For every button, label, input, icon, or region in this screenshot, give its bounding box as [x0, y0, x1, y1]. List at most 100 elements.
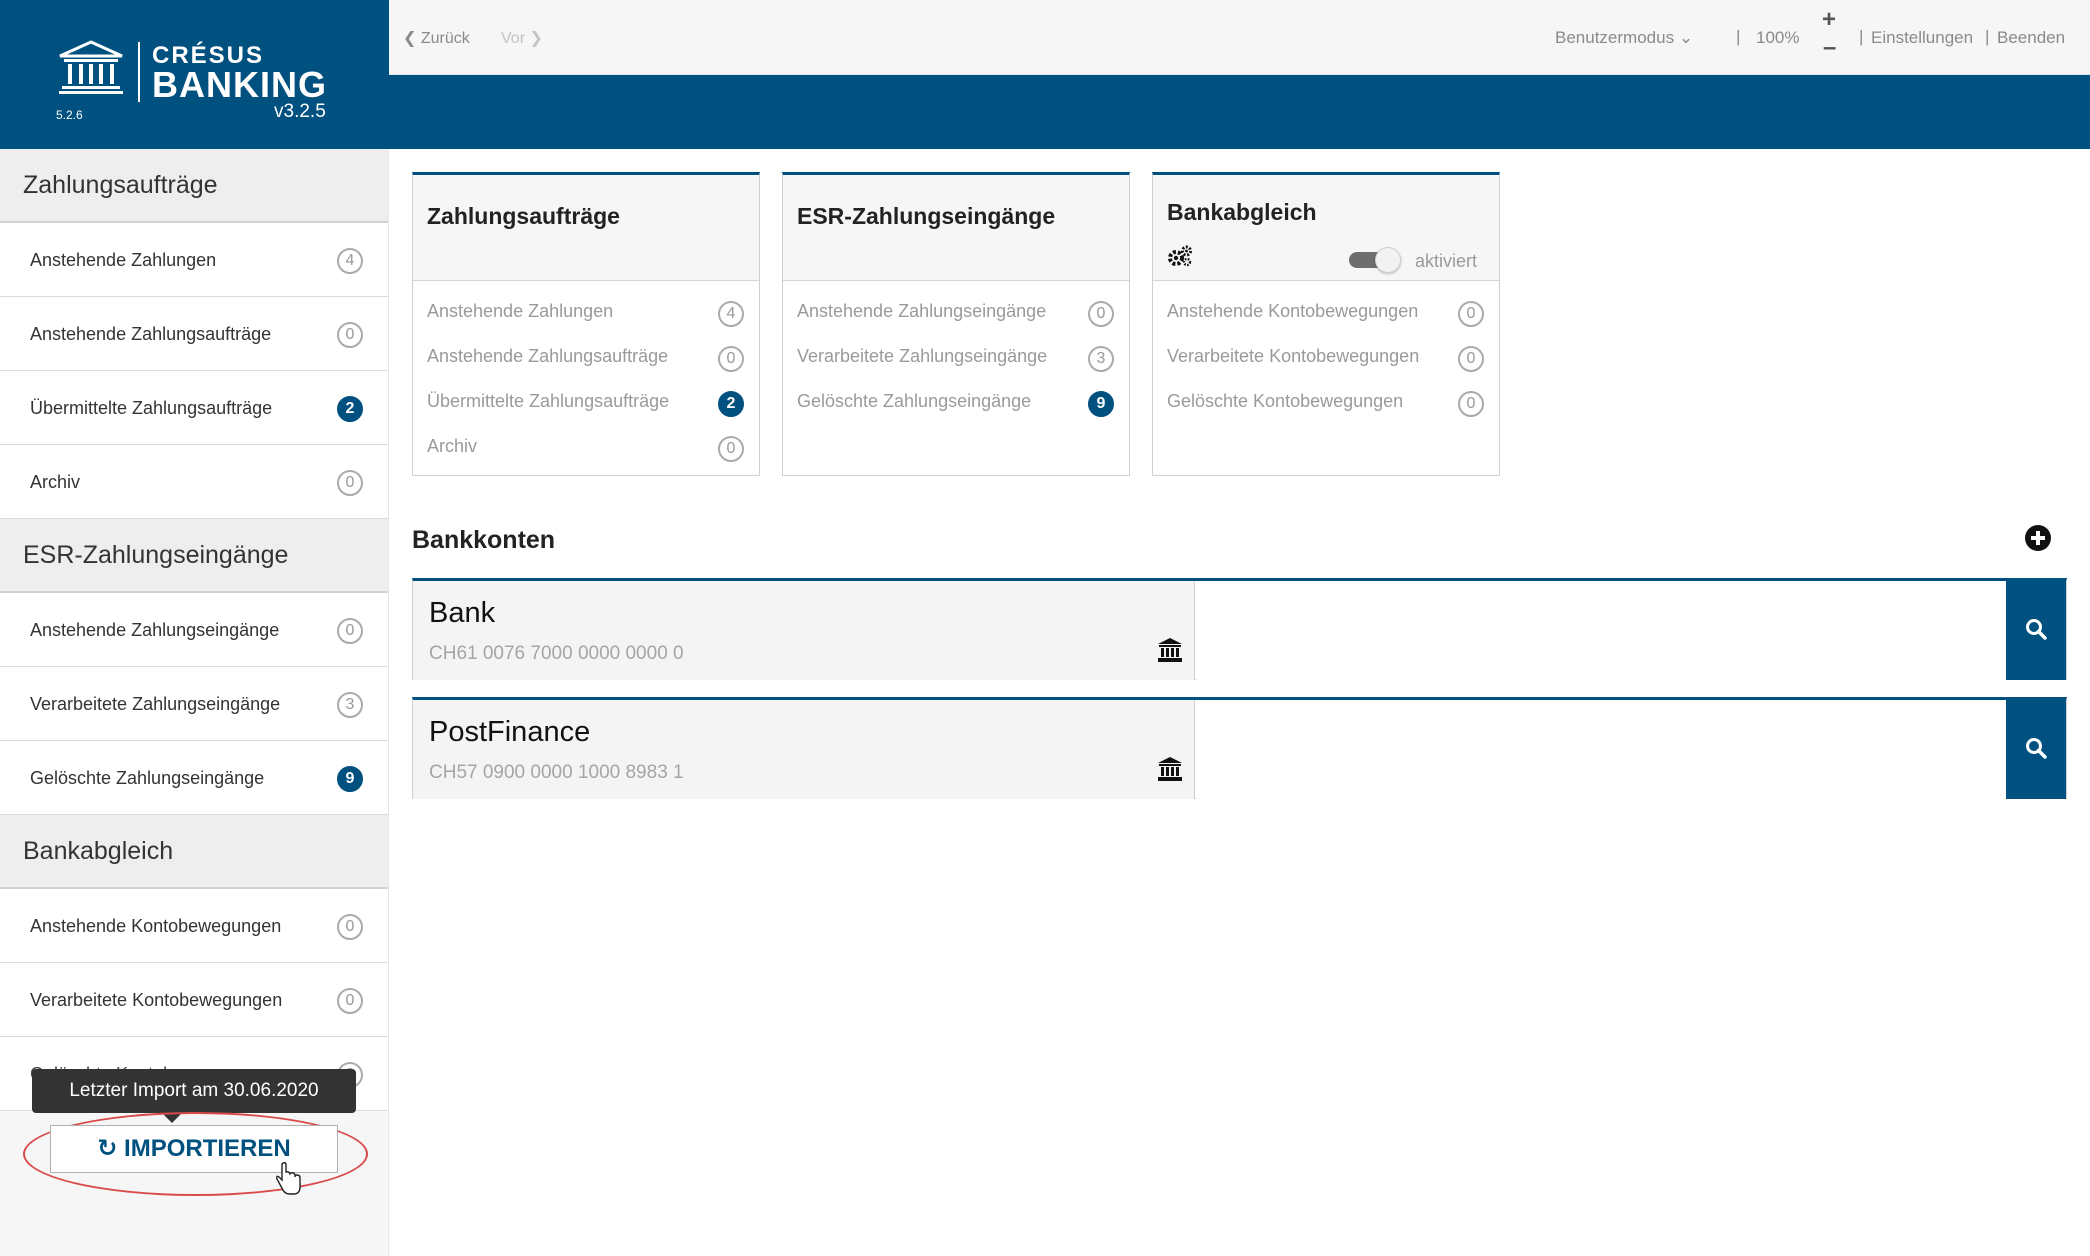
card-reconciliation: Bankabgleich aktiviert Anstehende Kontob… [1152, 172, 1500, 476]
import-label: IMPORTIEREN [124, 1135, 291, 1162]
card-header[interactable]: Zahlungsaufträge [413, 175, 759, 281]
count-badge: 2 [718, 391, 744, 417]
count-badge: 0 [1458, 346, 1484, 372]
reconciliation-toggle[interactable] [1349, 247, 1403, 273]
card-row-label: Verarbeitete Kontobewegungen [1167, 346, 1420, 366]
account-name: Bank [429, 597, 496, 629]
sidebar-item-processed-receipts[interactable]: Verarbeitete Zahlungseingänge 3 [0, 667, 388, 741]
forward-button[interactable]: Vor ❯ [501, 28, 543, 48]
logo-separator [138, 42, 140, 102]
zoom-out-button[interactable]: – [1823, 34, 1836, 62]
mode-label: Benutzermodus [1555, 28, 1675, 47]
quit-link[interactable]: Beenden [1997, 28, 2065, 48]
refresh-icon: ↻ [97, 1135, 118, 1162]
back-label: Zurück [420, 30, 470, 47]
sidebar-item-label: Archiv [30, 472, 81, 492]
sidebar-item-label: Gelöschte Zahlungseingänge [30, 768, 265, 788]
card-row[interactable]: Anstehende Kontobewegungen 0 [1153, 281, 1499, 327]
card-row[interactable]: Übermittelte Zahlungsaufträge 2 [413, 371, 759, 417]
account-info[interactable]: Bank CH61 0076 7000 0000 0000 0 [413, 581, 1195, 680]
chevron-down-icon: ⌄ [1678, 28, 1694, 47]
account-iban: CH57 0900 0000 1000 8983 1 [429, 762, 684, 783]
card-row[interactable]: Gelöschte Zahlungseingänge 9 [783, 371, 1129, 417]
count-badge: 4 [718, 301, 744, 327]
sidebar-group-esr[interactable]: ESR-Zahlungseingänge [0, 519, 388, 593]
sidebar-item-pending-receipts[interactable]: Anstehende Zahlungseingänge 0 [0, 593, 388, 667]
search-icon [2026, 738, 2047, 759]
build-version: 5.2.6 [56, 108, 83, 122]
last-import-tooltip: Letzter Import am 30.06.2020 [32, 1069, 356, 1123]
account-search-button[interactable] [2006, 578, 2066, 680]
card-row-label: Gelöschte Zahlungseingänge [797, 391, 1032, 411]
toggle-label: aktiviert [1415, 251, 1478, 271]
count-badge: 0 [337, 914, 363, 940]
section-title: Bankkonten [412, 526, 556, 554]
sidebar-item-pending-movements[interactable]: Anstehende Kontobewegungen 0 [0, 889, 388, 963]
brand-main: BANKING [152, 64, 327, 105]
app-logo: CRÉSUS BANKING 5.2.6 v3.2.5 [0, 0, 389, 149]
card-row-label: Anstehende Zahlungsaufträge [427, 346, 669, 366]
card-row[interactable]: Anstehende Zahlungen 4 [413, 281, 759, 327]
sidebar-item-deleted-receipts[interactable]: Gelöschte Zahlungseingänge 9 [0, 741, 388, 815]
card-row-label: Anstehende Zahlungen [427, 301, 614, 321]
app-version: v3.2.5 [274, 101, 326, 122]
card-header[interactable]: ESR-Zahlungseingänge [783, 175, 1129, 281]
zoom-in-button[interactable]: + [1822, 6, 1836, 34]
count-badge: 0 [1458, 391, 1484, 417]
card-esr-receipts: ESR-Zahlungseingänge Anstehende Zahlungs… [782, 172, 1130, 476]
card-title: Zahlungsaufträge [427, 203, 620, 229]
count-badge: 2 [337, 396, 363, 422]
count-badge: 0 [1458, 301, 1484, 327]
bank-logo-icon [59, 40, 123, 94]
card-header[interactable]: Bankabgleich aktiviert [1153, 175, 1499, 281]
account-detail-area[interactable] [1196, 700, 2006, 799]
toggle-knob [1375, 247, 1401, 273]
account-detail-area[interactable] [1196, 581, 2006, 680]
count-badge: 0 [1088, 301, 1114, 327]
account-row[interactable]: PostFinance CH57 0900 0000 1000 8983 1 [412, 697, 2067, 799]
account-row[interactable]: Bank CH61 0076 7000 0000 0000 0 [412, 578, 2067, 680]
separator: | [1985, 27, 1990, 46]
card-row[interactable]: Anstehende Zahlungseingänge 0 [783, 281, 1129, 327]
bank-icon [1158, 757, 1182, 781]
sidebar-item-label: Anstehende Zahlungen [30, 250, 217, 270]
card-title: ESR-Zahlungseingänge [797, 203, 1056, 229]
account-info[interactable]: PostFinance CH57 0900 0000 1000 8983 1 [413, 700, 1195, 799]
card-row[interactable]: Gelöschte Kontobewegungen 0 [1153, 371, 1499, 417]
count-badge: 0 [337, 988, 363, 1014]
sidebar-item-sent-orders[interactable]: Übermittelte Zahlungsaufträge 2 [0, 371, 388, 445]
add-account-icon[interactable] [2024, 524, 2052, 552]
gears-icon[interactable] [1167, 245, 1193, 267]
account-search-button[interactable] [2006, 697, 2066, 799]
count-badge: 0 [718, 346, 744, 372]
card-row[interactable]: Verarbeitete Zahlungseingänge 3 [783, 326, 1129, 372]
account-name: PostFinance [429, 716, 591, 748]
sidebar-item-pending-payments[interactable]: Anstehende Zahlungen 4 [0, 223, 388, 297]
back-button[interactable]: ❮ Zurück [403, 28, 470, 48]
card-row-label: Anstehende Zahlungseingänge [797, 301, 1047, 321]
sidebar-item-pending-orders[interactable]: Anstehende Zahlungsaufträge 0 [0, 297, 388, 371]
sidebar-group-payments[interactable]: Zahlungsaufträge [0, 149, 388, 223]
card-row-label: Archiv [427, 436, 478, 456]
count-badge: 3 [337, 692, 363, 718]
card-row[interactable]: Verarbeitete Kontobewegungen 0 [1153, 326, 1499, 372]
sidebar-item-label: Verarbeitete Zahlungseingänge [30, 694, 281, 714]
count-badge: 0 [337, 470, 363, 496]
sidebar-item-processed-movements[interactable]: Verarbeitete Kontobewegungen 0 [0, 963, 388, 1037]
count-badge: 0 [337, 618, 363, 644]
settings-link[interactable]: Einstellungen [1871, 28, 1973, 48]
count-badge: 0 [337, 322, 363, 348]
card-row[interactable]: Archiv 0 [413, 416, 759, 462]
count-badge: 4 [337, 248, 363, 274]
sidebar-item-archive[interactable]: Archiv 0 [0, 445, 388, 519]
separator: | [1736, 27, 1741, 46]
mode-dropdown[interactable]: Benutzermodus ⌄ [1555, 28, 1693, 48]
search-icon [2026, 619, 2047, 640]
hand-cursor-icon [276, 1162, 301, 1195]
chevron-right-icon: ❯ [529, 30, 543, 47]
card-row[interactable]: Anstehende Zahlungsaufträge 0 [413, 326, 759, 372]
sidebar-item-label: Anstehende Zahlungseingänge [30, 620, 280, 640]
separator: | [1859, 27, 1864, 46]
sidebar-group-reconciliation[interactable]: Bankabgleich [0, 815, 388, 889]
count-badge: 9 [1088, 391, 1114, 417]
